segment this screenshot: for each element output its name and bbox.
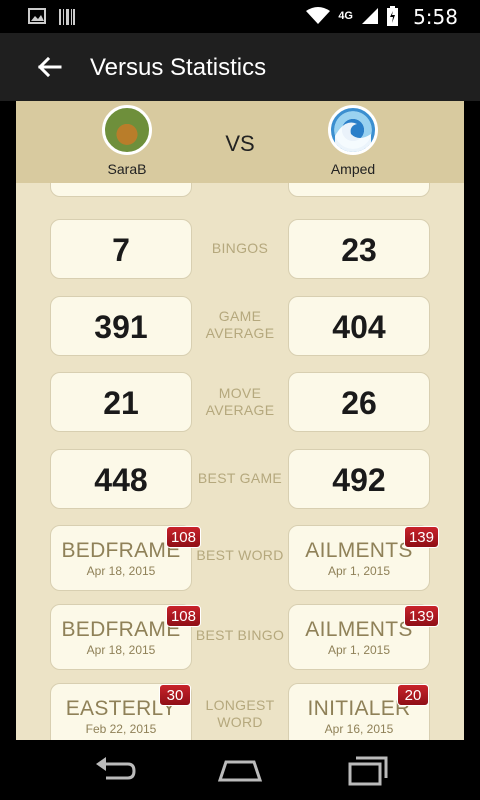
stat-label: MOVE AVERAGE bbox=[200, 385, 280, 419]
stats-list[interactable]: 7 BINGOS 23 391 GAME AVERAGE 404 21 MOVE… bbox=[16, 183, 464, 740]
home-nav-icon[interactable] bbox=[216, 754, 264, 786]
notification-icons bbox=[28, 8, 76, 26]
stat-label: BEST BINGO bbox=[194, 627, 286, 644]
stat-card-left: 21 bbox=[50, 372, 192, 432]
word-card-left[interactable]: BEDFRAME Apr 18, 2015 108 bbox=[50, 604, 201, 670]
stat-label-text: BINGOS bbox=[211, 240, 269, 256]
stat-value: 26 bbox=[341, 385, 377, 421]
image-icon bbox=[28, 8, 46, 24]
vs-label: VS bbox=[225, 131, 255, 156]
stat-value: 404 bbox=[332, 309, 386, 345]
wave-icon bbox=[335, 122, 371, 152]
word-card-left[interactable]: BEDFRAME Apr 18, 2015 108 bbox=[50, 525, 201, 591]
stat-label-text: BEST GAME bbox=[197, 470, 283, 486]
stat-label: BINGOS bbox=[194, 240, 286, 257]
back-arrow-icon[interactable] bbox=[34, 51, 66, 83]
system-icons: 4G bbox=[306, 6, 398, 26]
stat-value: 391 bbox=[94, 309, 148, 345]
stat-card-right-partial bbox=[288, 183, 430, 197]
page-title: Versus Statistics bbox=[90, 54, 267, 81]
word-date: Apr 1, 2015 bbox=[327, 564, 391, 578]
word-date: Feb 22, 2015 bbox=[85, 722, 157, 736]
player-a-name: SaraB bbox=[107, 161, 147, 177]
player-b-name: Amped bbox=[330, 161, 376, 177]
avatar-player-b[interactable] bbox=[328, 105, 378, 155]
word-date: Apr 1, 2015 bbox=[327, 643, 391, 657]
score-badge: 139 bbox=[403, 526, 439, 548]
stat-label-text: BEST BINGO bbox=[195, 627, 285, 643]
versus-header: SaraB VS Amped bbox=[16, 101, 464, 183]
stat-card-right: 26 bbox=[288, 372, 430, 432]
app-bar: Versus Statistics bbox=[0, 33, 480, 101]
score-badge: 108 bbox=[165, 605, 201, 627]
score-badge: 20 bbox=[397, 684, 429, 706]
clock: 5:58 bbox=[413, 5, 458, 29]
barcode-icon bbox=[59, 9, 75, 25]
word-date: Apr 16, 2015 bbox=[324, 722, 394, 736]
stat-value: 21 bbox=[103, 385, 139, 421]
wifi-icon bbox=[306, 7, 331, 24]
avatar-player-a[interactable] bbox=[102, 105, 152, 155]
signal-icon bbox=[362, 8, 378, 24]
score-badge: 108 bbox=[165, 526, 201, 548]
stat-label: BEST WORD bbox=[194, 547, 286, 564]
stat-card-right: 492 bbox=[288, 449, 430, 509]
word-card-left[interactable]: EASTERLY Feb 22, 2015 30 bbox=[50, 683, 192, 740]
stat-label: GAME AVERAGE bbox=[200, 308, 280, 342]
stat-label-text: LONGEST WORD bbox=[205, 697, 275, 730]
stat-value: 23 bbox=[341, 232, 377, 268]
recents-nav-icon[interactable] bbox=[342, 754, 390, 786]
stat-card-right: 23 bbox=[288, 219, 430, 279]
word-card-right[interactable]: AILMENTS Apr 1, 2015 139 bbox=[288, 525, 439, 591]
stat-label-text: GAME AVERAGE bbox=[205, 308, 275, 341]
stat-label-text: MOVE AVERAGE bbox=[205, 385, 275, 418]
stat-card-right: 404 bbox=[288, 296, 430, 356]
stat-card-left-partial bbox=[50, 183, 192, 197]
battery-icon bbox=[387, 6, 398, 26]
stat-label-text: BEST WORD bbox=[196, 547, 284, 563]
word-date: Apr 18, 2015 bbox=[86, 564, 156, 578]
stat-card-left: 7 bbox=[50, 219, 192, 279]
status-bar: 4G 5:58 bbox=[0, 0, 480, 33]
stat-card-left: 448 bbox=[50, 449, 192, 509]
score-badge: 30 bbox=[159, 684, 191, 706]
stat-value: 448 bbox=[94, 462, 148, 498]
network-type: 4G bbox=[338, 10, 353, 22]
stat-value: 7 bbox=[112, 232, 130, 268]
stat-card-left: 391 bbox=[50, 296, 192, 356]
word-card-right[interactable]: INITIALER Apr 16, 2015 20 bbox=[288, 683, 430, 740]
word-date: Apr 18, 2015 bbox=[86, 643, 156, 657]
back-nav-icon[interactable] bbox=[90, 754, 138, 786]
score-badge: 139 bbox=[403, 605, 439, 627]
word-card-right[interactable]: AILMENTS Apr 1, 2015 139 bbox=[288, 604, 439, 670]
navigation-bar bbox=[0, 740, 480, 800]
stat-label: LONGEST WORD bbox=[200, 697, 280, 731]
stat-value: 492 bbox=[332, 462, 386, 498]
stat-label: BEST GAME bbox=[194, 470, 286, 487]
